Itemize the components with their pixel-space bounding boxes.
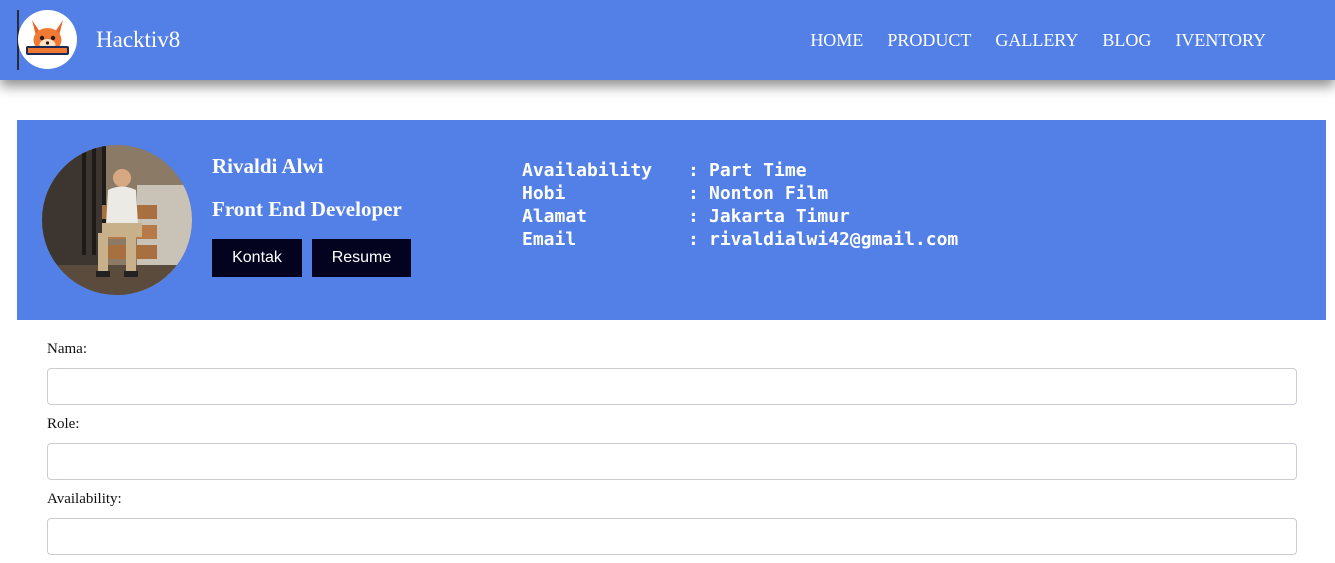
nav-links: HOME PRODUCT GALLERY BLOG IVENTORY [786, 30, 1266, 50]
info-colon: : [688, 160, 699, 181]
nav-link-inventory[interactable]: IVENTORY [1175, 30, 1266, 50]
role-input[interactable] [47, 443, 1297, 480]
profile-photo [42, 145, 192, 295]
role-label: Role: [47, 416, 80, 432]
profile-card: Rivaldi Alwi Front End Developer Kontak … [17, 120, 1326, 320]
info-value: rivaldialwi42@gmail.com [709, 229, 959, 250]
profile-form: Nama: Role: Availability: [47, 340, 1297, 563]
info-colon: : [688, 229, 699, 250]
nav-link-home[interactable]: HOME [810, 30, 863, 50]
info-row-alamat: Alamat : Jakarta Timur [522, 205, 958, 228]
nav-link-product[interactable]: PRODUCT [887, 30, 971, 50]
fox-mascot-logo-icon [26, 20, 69, 55]
profile-info-list: Availability : Part Time Hobi : Nonton F… [522, 159, 958, 251]
info-colon: : [688, 206, 699, 227]
availability-label: Availability: [47, 491, 122, 507]
info-row-email: Email : rivaldialwi42@gmail.com [522, 228, 958, 251]
nama-input[interactable] [47, 368, 1297, 405]
info-key: Email [522, 229, 577, 250]
info-value: Jakarta Timur [709, 206, 850, 227]
nav-link-gallery[interactable]: GALLERY [995, 30, 1078, 50]
availability-input[interactable] [47, 518, 1297, 555]
nama-label: Nama: [47, 341, 87, 357]
info-row-availability: Availability : Part Time [522, 159, 958, 182]
brand-logo[interactable] [18, 10, 77, 69]
info-colon: : [688, 183, 699, 204]
profile-role: Front End Developer [212, 197, 402, 221]
info-value: Part Time [709, 160, 807, 181]
avatar [42, 145, 192, 295]
info-key: Hobi [522, 183, 566, 204]
info-value: Nonton Film [709, 183, 829, 204]
info-key: Availability [522, 160, 653, 181]
navbar: Hacktiv8 HOME PRODUCT GALLERY BLOG IVENT… [0, 0, 1335, 80]
brand-name[interactable]: Hacktiv8 [96, 26, 180, 54]
nav-link-blog[interactable]: BLOG [1102, 30, 1151, 50]
info-key: Alamat [522, 206, 588, 227]
kontak-button[interactable]: Kontak [212, 239, 302, 277]
resume-button[interactable]: Resume [312, 239, 411, 277]
profile-name: Rivaldi Alwi [212, 154, 324, 178]
info-row-hobi: Hobi : Nonton Film [522, 182, 958, 205]
